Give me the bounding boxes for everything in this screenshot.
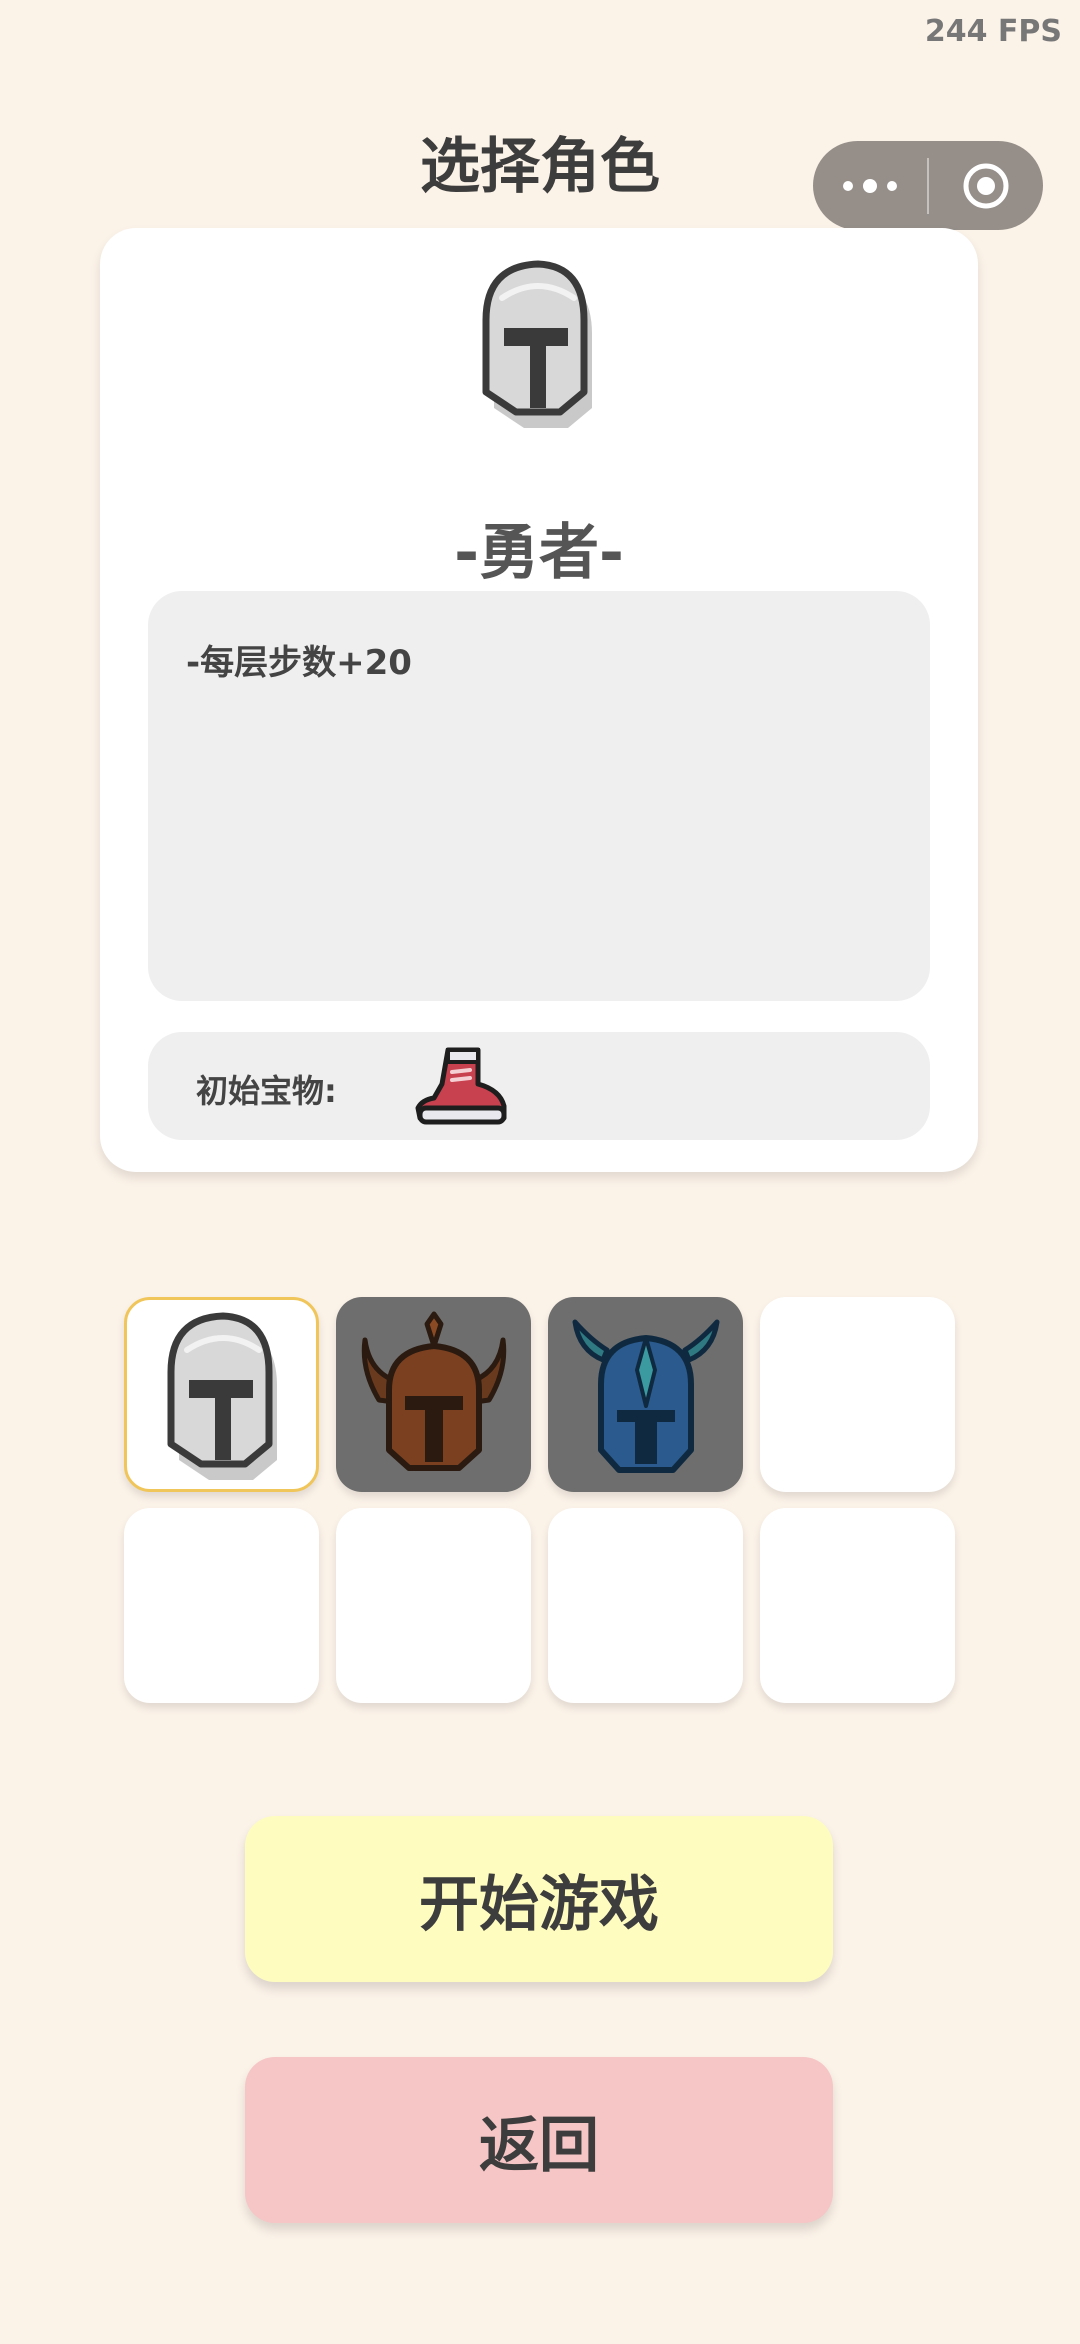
knight-helmet-icon (167, 1312, 277, 1480)
character-detail-card: -勇者- -每层步数+20 初始宝物: (100, 228, 978, 1172)
start-game-button[interactable]: 开始游戏 (245, 1816, 833, 1982)
character-slot-8[interactable] (760, 1508, 955, 1703)
horned-helmet-icon (361, 1311, 506, 1471)
target-circle-icon[interactable] (929, 141, 1043, 230)
winged-helmet-icon (572, 1319, 719, 1473)
character-slot-7[interactable] (548, 1508, 743, 1703)
treasure-label: 初始宝物: (196, 1072, 337, 1110)
description-text: -每层步数+20 (186, 643, 412, 683)
boot-icon (412, 1044, 508, 1130)
character-slot-6[interactable] (336, 1508, 531, 1703)
character-slot-3[interactable] (548, 1297, 743, 1492)
character-slot-2[interactable] (336, 1297, 531, 1492)
character-name: -勇者- (454, 518, 624, 588)
character-slot-1[interactable] (124, 1297, 319, 1492)
knight-helmet-icon (462, 258, 612, 428)
fps-counter: 244 FPS (924, 14, 1062, 49)
miniprogram-capsule (813, 141, 1043, 230)
character-slot-4[interactable] (760, 1297, 955, 1492)
description-panel: -每层步数+20 (148, 591, 930, 1001)
character-slot-5[interactable] (124, 1508, 319, 1703)
starting-treasure-panel: 初始宝物: (148, 1032, 930, 1140)
character-select-screen: 244 FPS 选择角色 -勇者- -每层步数+20 初始宝物: 开始游戏 返回 (0, 0, 1080, 2344)
back-button[interactable]: 返回 (245, 2057, 833, 2223)
more-dots-icon[interactable] (813, 141, 927, 230)
